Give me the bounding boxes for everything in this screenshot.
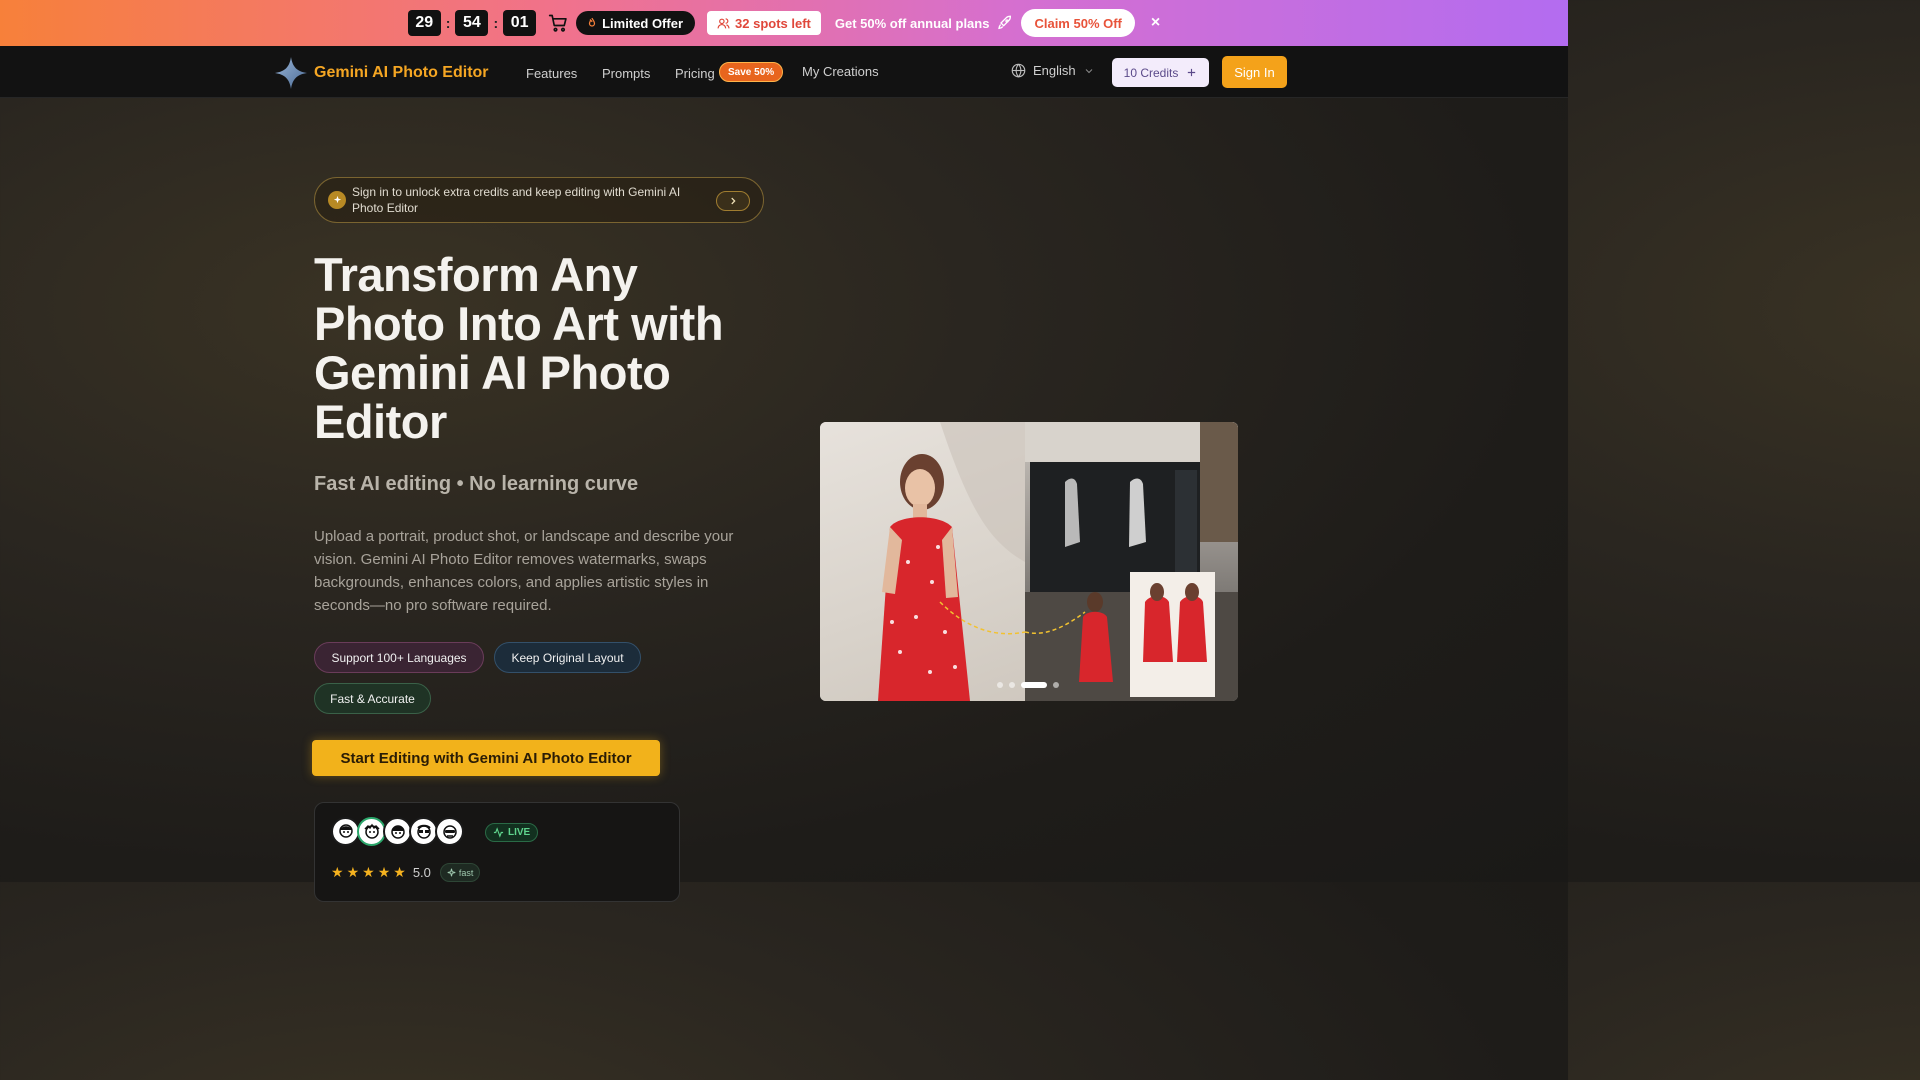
sparkle-logo-icon bbox=[275, 57, 307, 89]
carousel-indicators bbox=[997, 682, 1059, 688]
limited-offer-badge: Limited Offer bbox=[576, 11, 696, 35]
rating-row: ★ ★ ★ ★ ★ 5.0 fast bbox=[331, 863, 481, 882]
fast-label: fast bbox=[458, 867, 474, 878]
feature-tag-layout: Keep Original Layout bbox=[494, 642, 641, 673]
activity-icon bbox=[493, 827, 504, 838]
carousel-dot[interactable] bbox=[997, 682, 1003, 688]
plus-icon bbox=[1188, 68, 1196, 77]
language-label: English bbox=[1033, 63, 1076, 78]
carousel-dot-active[interactable] bbox=[1021, 682, 1047, 688]
brand-name: Gemini AI Photo Editor bbox=[314, 64, 489, 81]
timer-separator: : bbox=[493, 15, 499, 31]
star-icon: ★ bbox=[377, 864, 391, 880]
avatar bbox=[383, 817, 412, 846]
chevron-down-icon bbox=[1085, 68, 1092, 73]
feature-tag-fast: Fast & Accurate bbox=[314, 683, 431, 714]
avatar bbox=[357, 817, 386, 846]
timer-separator: : bbox=[445, 15, 451, 31]
cart-icon bbox=[548, 14, 567, 32]
nav-link-features[interactable]: Features bbox=[526, 66, 577, 81]
social-proof-card: LIVE ★ ★ ★ ★ ★ 5.0 fast bbox=[314, 802, 680, 902]
after-photo bbox=[1024, 422, 1238, 701]
carousel-dot[interactable] bbox=[1009, 682, 1015, 688]
save-badge: Save 50% bbox=[719, 62, 784, 82]
star-icon: ★ bbox=[331, 864, 344, 880]
chevron-right-icon bbox=[731, 197, 736, 205]
users-icon bbox=[717, 17, 730, 28]
timer-seconds: 01 bbox=[503, 10, 537, 36]
timer-hours: 29 bbox=[407, 10, 441, 36]
star-icon: ★ bbox=[362, 864, 375, 880]
credits-label: 10 Credits bbox=[1123, 65, 1179, 80]
live-label: LIVE bbox=[508, 827, 531, 838]
promo-text: Get 50% off annual plans bbox=[834, 15, 990, 31]
brand-logo[interactable]: Gemini AI Photo Editor bbox=[274, 56, 489, 90]
nav-link-prompts[interactable]: Prompts bbox=[602, 66, 650, 81]
hero-title: Transform Any Photo Into Art with Gemini… bbox=[314, 248, 724, 448]
hero-description: Upload a portrait, product shot, or land… bbox=[314, 528, 734, 614]
nav-link-my-creations[interactable]: My Creations bbox=[802, 64, 879, 79]
notice-text: Sign in to unlock extra credits and keep… bbox=[352, 185, 681, 215]
user-avatars bbox=[331, 817, 464, 846]
rocket-icon bbox=[998, 15, 1012, 30]
limited-offer-label: Limited Offer bbox=[602, 15, 684, 31]
globe-icon bbox=[1011, 63, 1026, 78]
before-photo bbox=[820, 422, 1026, 701]
nav-link-pricing[interactable]: Pricing bbox=[675, 66, 715, 81]
promo-bar: 29 : 54 : 01 Limited Offer 32 spots left… bbox=[0, 0, 1568, 46]
avatar bbox=[409, 817, 438, 846]
language-selector[interactable]: English bbox=[1011, 63, 1095, 78]
spots-left-label: 32 spots left bbox=[735, 15, 811, 31]
sign-in-button[interactable]: Sign In bbox=[1222, 56, 1287, 88]
sparkle-icon bbox=[447, 868, 456, 877]
notice-arrow-button[interactable] bbox=[716, 191, 750, 211]
star-icon: ★ bbox=[346, 864, 360, 880]
sign-in-notice[interactable]: Sign in to unlock extra credits and keep… bbox=[314, 177, 764, 223]
flame-icon bbox=[588, 17, 596, 27]
close-icon[interactable]: × bbox=[1151, 14, 1160, 32]
start-editing-button[interactable]: Start Editing with Gemini AI Photo Edito… bbox=[312, 740, 660, 776]
hero-subhead: Fast AI editing • No learning curve bbox=[314, 473, 639, 495]
top-navigation: Gemini AI Photo Editor Features Prompts … bbox=[0, 46, 1568, 98]
preview-carousel[interactable] bbox=[820, 422, 1238, 701]
credits-button[interactable]: 10 Credits bbox=[1112, 58, 1209, 87]
feature-tag-languages: Support 100+ Languages bbox=[314, 642, 484, 673]
timer-minutes: 54 bbox=[455, 10, 489, 36]
live-badge: LIVE bbox=[485, 823, 539, 842]
carousel-dot[interactable] bbox=[1053, 682, 1059, 688]
fast-badge: fast bbox=[439, 863, 481, 882]
sparkles-icon bbox=[328, 191, 346, 209]
avatar bbox=[331, 817, 360, 846]
avatar bbox=[435, 817, 464, 846]
star-icon: ★ bbox=[393, 864, 406, 880]
spots-left-badge: 32 spots left bbox=[707, 11, 821, 35]
claim-offer-button[interactable]: Claim 50% Off bbox=[1021, 9, 1135, 37]
rating-value: 5.0 bbox=[412, 865, 431, 880]
